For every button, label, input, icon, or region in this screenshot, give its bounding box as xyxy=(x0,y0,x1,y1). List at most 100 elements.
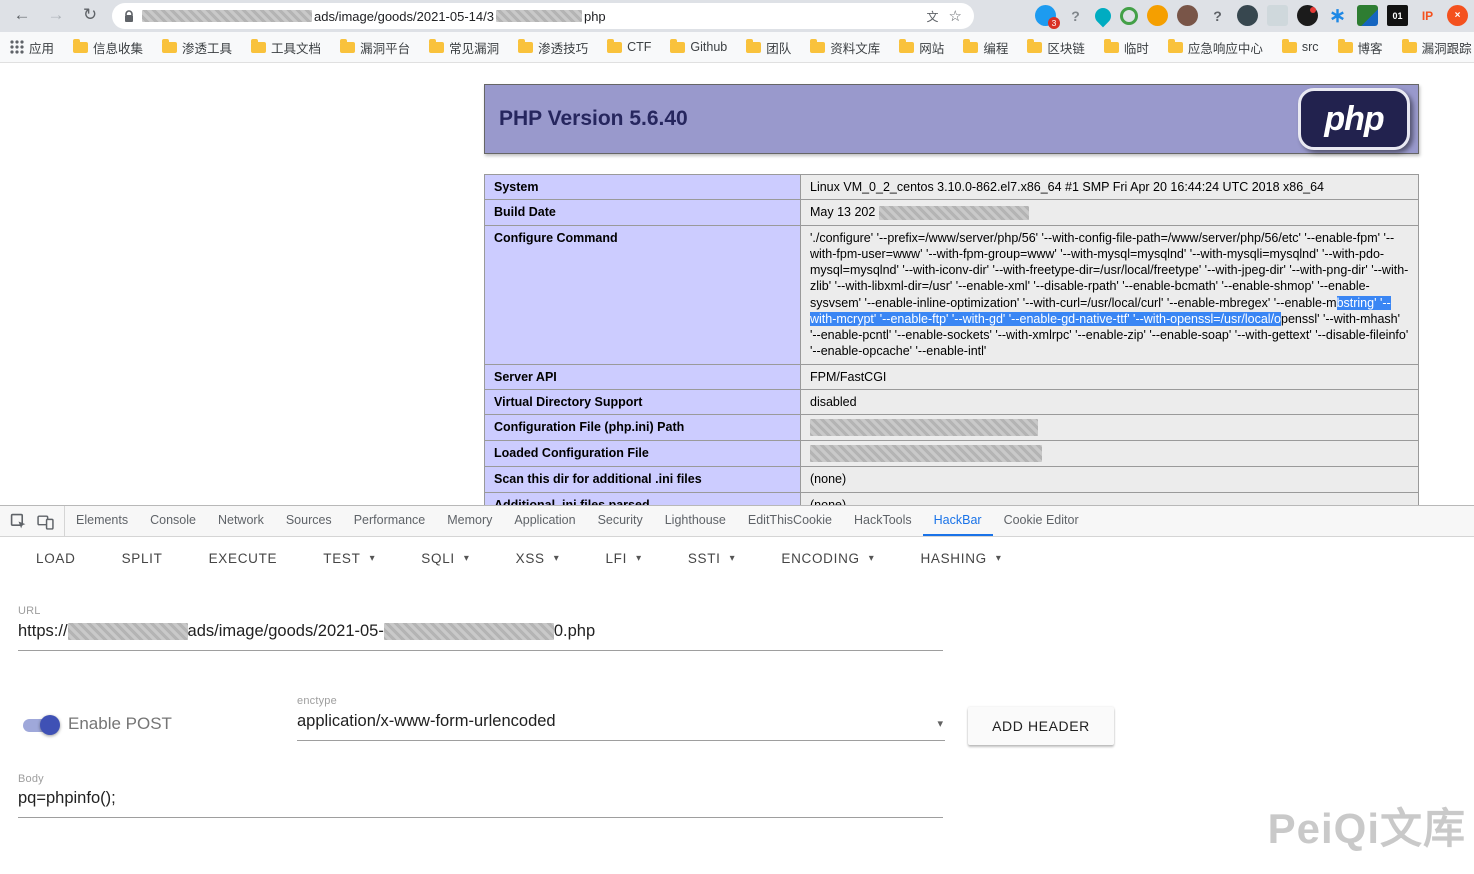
bookmark-folder[interactable]: 博客 xyxy=(1338,38,1383,57)
extension-icon-lp[interactable] xyxy=(1267,5,1288,26)
tab-editthiscookie[interactable]: EditThisCookie xyxy=(737,506,843,536)
row-label: Virtual Directory Support xyxy=(485,389,801,414)
redacted-block xyxy=(384,623,554,640)
extension-icon-help[interactable]: ? xyxy=(1065,5,1086,26)
bookmark-folder[interactable]: 应急响应中心 xyxy=(1168,38,1263,57)
tab-elements[interactable]: Elements xyxy=(65,506,139,536)
extension-icon-ring[interactable] xyxy=(1120,7,1138,25)
bookmark-folder[interactable]: CTF xyxy=(607,40,651,54)
bookmark-folder[interactable]: src xyxy=(1282,40,1319,54)
extension-icon-asterisk[interactable]: ∗ xyxy=(1327,5,1348,26)
tab-network[interactable]: Network xyxy=(207,506,275,536)
extension-badge: 3 xyxy=(1048,17,1060,29)
bookmark-folder[interactable]: 工具文档 xyxy=(251,38,321,57)
menu-split[interactable]: SPLIT xyxy=(122,551,163,566)
bookmark-folder[interactable]: 临时 xyxy=(1104,38,1149,57)
menu-encoding[interactable]: ENCODING▾ xyxy=(781,551,874,566)
menu-label: SQLI xyxy=(421,551,455,566)
menu-label: LOAD xyxy=(36,551,76,566)
tab-hackbar[interactable]: HackBar xyxy=(923,506,993,536)
bookmark-folder[interactable]: 漏洞平台 xyxy=(340,38,410,57)
url-field-group: URL https://ads/image/goods/2021-05-0.ph… xyxy=(18,605,943,651)
menu-test[interactable]: TEST▾ xyxy=(323,551,375,566)
row-label: Server API xyxy=(485,364,801,389)
url-redacted-2 xyxy=(496,10,582,22)
url-bar[interactable]: ads/image/goods/2021-05-14/3 php 文 ☆ xyxy=(112,3,974,29)
bookmark-folder[interactable]: 渗透工具 xyxy=(162,38,232,57)
row-value: (none) xyxy=(801,467,1419,492)
tab-performance[interactable]: Performance xyxy=(343,506,437,536)
device-toolbar-icon[interactable] xyxy=(37,513,54,530)
bookmark-label: src xyxy=(1302,40,1319,54)
forward-icon[interactable]: → xyxy=(44,5,68,25)
folder-icon xyxy=(746,42,761,53)
bookmark-folder[interactable]: 团队 xyxy=(746,38,791,57)
body-input[interactable]: pq=phpinfo(); xyxy=(18,789,943,818)
bookmark-folder[interactable]: 编程 xyxy=(963,38,1008,57)
menu-xss[interactable]: XSS▾ xyxy=(516,551,560,566)
bookmark-folder[interactable]: 漏洞跟踪 xyxy=(1402,38,1472,57)
url-input[interactable]: https://ads/image/goods/2021-05-0.php xyxy=(18,622,943,651)
bookmark-apps[interactable]: 应用 xyxy=(10,38,54,57)
extension-icon-01[interactable]: 01 xyxy=(1387,5,1408,26)
back-icon[interactable]: ← xyxy=(10,5,34,25)
add-header-button[interactable]: ADD HEADER xyxy=(968,707,1114,745)
table-row: Loaded Configuration File xyxy=(485,441,1419,467)
php-logo-text: php xyxy=(1324,100,1383,139)
bookmark-star-icon[interactable]: ☆ xyxy=(949,7,962,25)
extension-icon-ip[interactable]: IP xyxy=(1417,5,1438,26)
menu-execute[interactable]: EXECUTE xyxy=(209,551,278,566)
menu-load[interactable]: LOAD xyxy=(36,551,76,566)
table-row: Build Date May 13 202 xyxy=(485,200,1419,225)
bookmark-label: 团队 xyxy=(766,38,791,57)
enctype-select[interactable]: application/x-www-form-urlencoded ▾ xyxy=(297,712,945,741)
folder-icon xyxy=(73,42,88,53)
bookmark-label: 应用 xyxy=(29,38,54,57)
extension-icon-globe[interactable] xyxy=(1237,5,1258,26)
translate-icon[interactable]: 文 xyxy=(927,8,939,25)
row-value: May 13 202 xyxy=(801,200,1419,225)
menu-label: EXECUTE xyxy=(209,551,278,566)
menu-lfi[interactable]: LFI▾ xyxy=(605,551,641,566)
extension-icon-question[interactable]: ? xyxy=(1207,5,1228,26)
bookmark-folder[interactable]: 常见漏洞 xyxy=(429,38,499,57)
tab-console[interactable]: Console xyxy=(139,506,207,536)
extension-icon-recorder[interactable] xyxy=(1297,5,1318,26)
extension-icon-cookie-dark[interactable] xyxy=(1177,5,1198,26)
menu-sqli[interactable]: SQLI ▾ xyxy=(421,551,469,566)
tab-hacktools[interactable]: HackTools xyxy=(843,506,923,536)
menu-ssti[interactable]: SSTI▾ xyxy=(688,551,736,566)
bookmark-folder[interactable]: Github xyxy=(670,40,727,54)
refresh-icon[interactable]: ↻ xyxy=(78,5,102,25)
table-row: Additional .ini files parsed (none) xyxy=(485,492,1419,505)
url-value-scheme: https:// xyxy=(18,622,68,640)
tab-lighthouse[interactable]: Lighthouse xyxy=(654,506,737,536)
redacted-block xyxy=(810,419,1038,436)
tab-cookie-editor[interactable]: Cookie Editor xyxy=(993,506,1090,536)
bookmark-folder[interactable]: 网站 xyxy=(899,38,944,57)
bookmark-folder[interactable]: 区块链 xyxy=(1027,38,1085,57)
tab-sources[interactable]: Sources xyxy=(275,506,343,536)
bookmark-folder[interactable]: 信息收集 xyxy=(73,38,143,57)
chevron-down-icon: ▾ xyxy=(464,553,470,564)
inspect-element-icon[interactable] xyxy=(10,513,27,530)
extension-icon-cookie[interactable] xyxy=(1147,5,1168,26)
tab-application[interactable]: Application xyxy=(503,506,586,536)
folder-icon xyxy=(899,42,914,53)
bookmark-folder[interactable]: 渗透技巧 xyxy=(518,38,588,57)
row-label: System xyxy=(485,175,801,200)
menu-hashing[interactable]: HASHING▾ xyxy=(920,551,1001,566)
extension-icon-pin[interactable] xyxy=(1092,4,1115,27)
extension-icon-hacktools[interactable]: 3 xyxy=(1035,5,1056,26)
menu-label: SSTI xyxy=(688,551,721,566)
extension-row: 3 ? ? ∗ 01 IP × xyxy=(1035,5,1468,26)
chevron-down-icon: ▾ xyxy=(996,553,1002,564)
enable-post-toggle[interactable] xyxy=(20,715,60,735)
extension-icon-proxy-off[interactable]: × xyxy=(1447,5,1468,26)
folder-icon xyxy=(1338,42,1353,53)
extension-icon-flag[interactable] xyxy=(1357,5,1378,26)
tab-security[interactable]: Security xyxy=(587,506,654,536)
bookmark-folder[interactable]: 资料文库 xyxy=(810,38,880,57)
php-logo: php xyxy=(1298,88,1410,150)
tab-memory[interactable]: Memory xyxy=(436,506,503,536)
